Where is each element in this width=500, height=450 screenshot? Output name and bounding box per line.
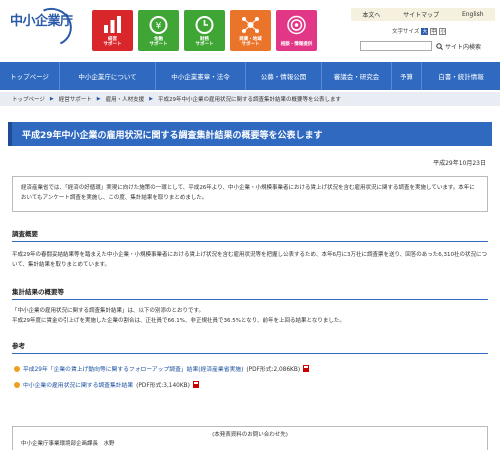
nav-white-paper[interactable]: 白書・統計情報 (422, 62, 500, 90)
chevron-right-icon: ▶ (149, 96, 153, 102)
page-title: 平成29年中小企業の雇用状況に関する調査集計結果の概要等を公表します (8, 122, 492, 146)
tile-management-support[interactable]: 経営 サポート (92, 10, 133, 51)
site-header: 中小企業庁 経営 サポート ¥ 金融 サポート 財務 サポート 商業・地域 サポ… (0, 0, 500, 62)
network-icon (242, 17, 259, 33)
logo-text: 中小企業庁 (10, 14, 73, 29)
tile-label: 金融 サポート (149, 37, 168, 47)
chevron-right-icon: ▶ (96, 96, 101, 102)
tile-consult-info[interactable]: 相談・情報提供 (276, 10, 317, 51)
breadcrumb-management[interactable]: 経営サポート (59, 95, 92, 103)
tile-commerce-support[interactable]: 商業・地域 サポート (230, 10, 271, 51)
breadcrumb: トップページ ▶ 経営サポート ▶ 雇用・人材支援 ▶ 平成29年中小企業の雇用… (0, 92, 500, 106)
support-tiles: 経営 サポート ¥ 金融 サポート 財務 サポート 商業・地域 サポート 相談・… (92, 10, 317, 51)
search-button[interactable]: サイト内検索 (436, 42, 481, 51)
file-meta: (PDF形式:2,086KB) (246, 367, 301, 373)
font-size-switcher: 文字サイズ 大 中 小 (392, 27, 447, 35)
reference-link[interactable]: 平成29年「企業の賃上げ動向等に関するフォローアップ調査」結果(経済産業省実施) (23, 364, 243, 373)
breadcrumb-employment[interactable]: 雇用・人材支援 (106, 95, 145, 103)
site-search: サイト内検索 (360, 41, 481, 51)
utility-links: 本文へ サイトマップ English (351, 8, 495, 21)
font-size-label: 文字サイズ (392, 29, 420, 35)
results-text-1: 「中小企業の雇用状況に関する調査集計結果」は、以下の別添のとおりです。 (12, 308, 204, 314)
chevron-right-icon: ▶ (49, 96, 54, 102)
bar-chart-icon (104, 16, 121, 33)
nav-budget[interactable]: 予算 (392, 62, 422, 90)
section-heading-results: 集計結果の概要等 (12, 286, 488, 300)
tile-label: 商業・地域 サポート (239, 37, 262, 47)
search-input[interactable] (360, 41, 432, 51)
bullet-icon (14, 381, 20, 388)
clock-icon (195, 16, 214, 34)
contact-box: (本発表資料のお問い合わせ先) 中小企業庁事業環境部企画課長 水野 (12, 426, 488, 450)
svg-text:¥: ¥ (156, 22, 162, 32)
intro-box: 経済産業省では、「経済の好循環」実現に向けた施策の一環として、平成26年より、中… (12, 176, 488, 212)
site-logo[interactable]: 中小企業庁 (10, 2, 78, 52)
target-icon (287, 15, 306, 35)
bullet-icon (14, 365, 20, 372)
nav-top[interactable]: トップページ (0, 62, 60, 90)
contact-line: 中小企業庁事業環境部企画課長 水野 (21, 441, 115, 447)
pdf-icon (303, 365, 310, 372)
publish-date: 平成29年10月23日 (433, 160, 486, 167)
skip-to-content-link[interactable]: 本文へ (362, 10, 380, 19)
tile-finance-support[interactable]: ¥ 金融 サポート (138, 10, 179, 51)
search-icon (436, 42, 443, 50)
reference-link[interactable]: 中小企業の雇用状況に関する調査集計結果 (23, 380, 133, 389)
global-nav: トップページ 中小企業庁について 中小企業憲章・法令 公募・情報公開 審議会・研… (0, 62, 500, 90)
pdf-icon (192, 381, 199, 388)
search-button-label: サイト内検索 (445, 43, 482, 51)
tile-label: 経営 サポート (103, 37, 122, 47)
sitemap-link[interactable]: サイトマップ (403, 10, 439, 19)
nav-public-offering[interactable]: 公募・情報公開 (246, 62, 322, 90)
english-link[interactable]: English (462, 11, 484, 18)
nav-councils[interactable]: 審議会・研究会 (322, 62, 392, 90)
tile-label: 財務 サポート (195, 37, 214, 47)
breadcrumb-top[interactable]: トップページ (12, 95, 45, 103)
nav-about[interactable]: 中小企業庁について (60, 62, 156, 90)
overview-text: 平成29年の春闘妥結結果等を踏まえた中小企業・小規模事業者における賃上げ状況を含… (12, 252, 488, 268)
results-text-2: 平成29年度に賃金の引上げを実施した企業の割合は、正社員で66.1%、非正規社員… (12, 318, 345, 324)
tile-label: 相談・情報提供 (280, 42, 313, 47)
section-heading-reference: 参考 (12, 340, 488, 354)
reference-item: 中小企業の雇用状況に関する調査集計結果 (PDF形式:3,140KB) (14, 380, 199, 389)
nav-charter-laws[interactable]: 中小企業憲章・法令 (156, 62, 246, 90)
breadcrumb-current: 平成29年中小企業の雇用状況に関する調査集計結果の概要等を公表します (158, 97, 342, 103)
coin-icon: ¥ (149, 16, 168, 34)
file-meta: (PDF形式:3,140KB) (136, 383, 190, 389)
reference-item: 平成29年「企業の賃上げ動向等に関するフォローアップ調査」結果(経済産業省実施)… (14, 364, 310, 373)
font-size-medium-button[interactable]: 中 (430, 27, 438, 35)
contact-heading: (本発表資料のお問い合わせ先) (212, 432, 288, 438)
section-heading-overview: 調査概要 (12, 228, 488, 242)
intro-text: 経済産業省では、「経済の好循環」実現に向けた施策の一環として、平成26年より、中… (21, 185, 475, 201)
tile-tax-support[interactable]: 財務 サポート (184, 10, 225, 51)
font-size-small-button[interactable]: 小 (439, 27, 447, 35)
font-size-large-button[interactable]: 大 (421, 27, 429, 35)
